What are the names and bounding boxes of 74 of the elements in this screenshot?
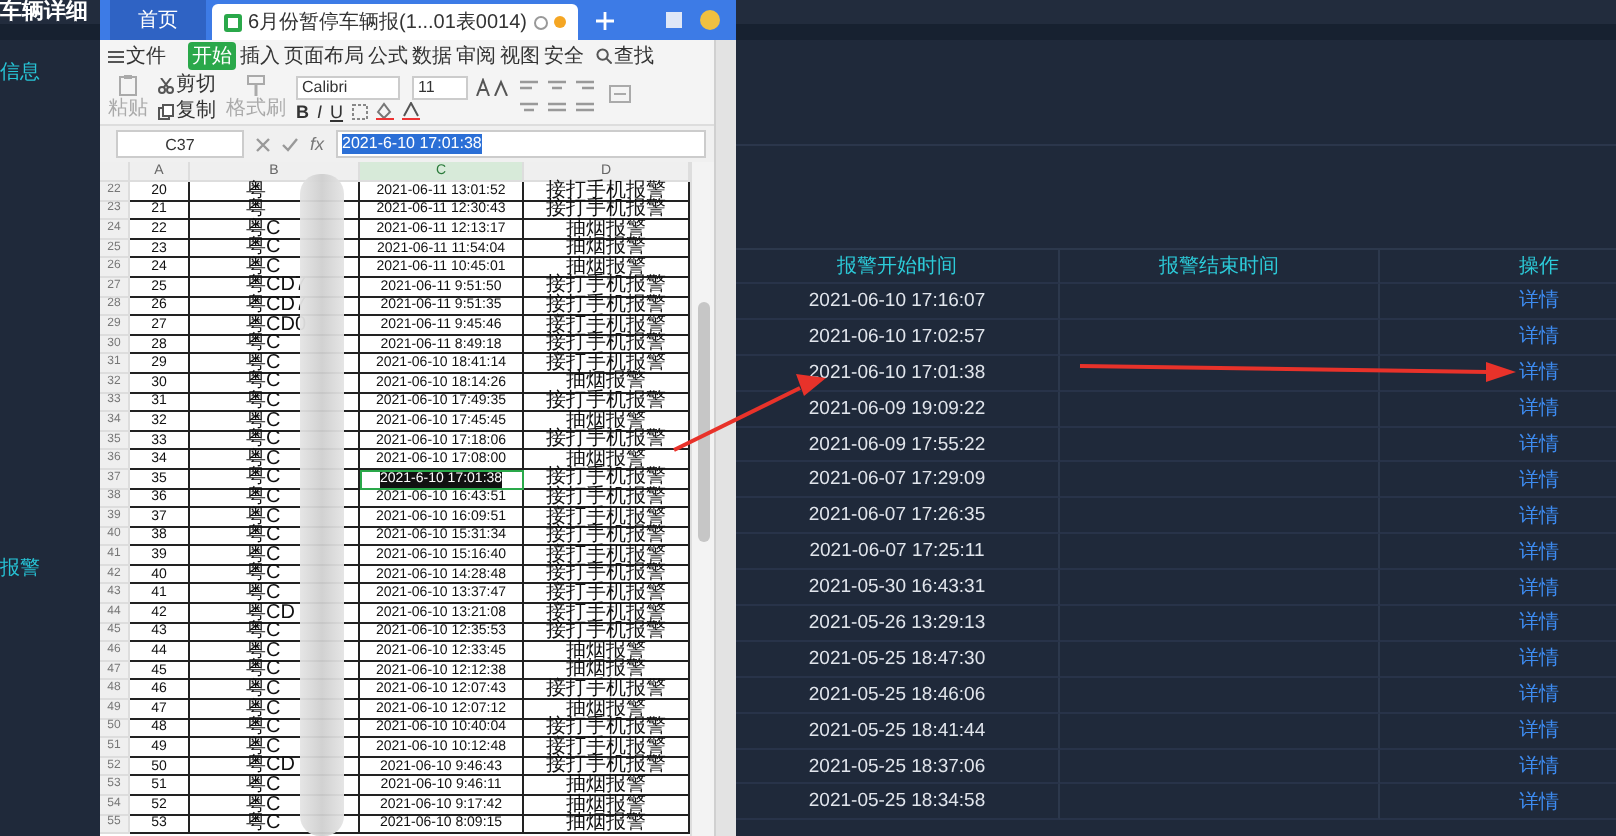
column-header: 报警结束时间 (1159, 253, 1279, 280)
avatar-icon[interactable] (700, 10, 720, 30)
table-cell: 2021-06-07 17:29:09 (736, 462, 1060, 499)
font-color-icon[interactable] (401, 102, 420, 120)
cell-reference-field[interactable]: C37 (116, 130, 244, 158)
spreadsheet-icon (224, 13, 242, 31)
table-cell: 2021-05-25 18:37:06 (736, 749, 1060, 785)
table-cell: 2021-06-09 17:55:22 (736, 427, 1060, 463)
scissors-icon (158, 77, 174, 93)
menu-tab[interactable]: 开始 (188, 42, 236, 70)
circle-icon (533, 15, 547, 29)
tab[interactable]: 首页 (110, 0, 206, 40)
table-cell: 2021-06-07 17:26:35 (736, 498, 1060, 535)
details-link[interactable]: 详情 (1519, 716, 1559, 745)
menu-tab[interactable]: 视图 (498, 42, 542, 70)
column-header: 操作 (1519, 254, 1559, 280)
table-cell: 2021-05-25 18:41:44 (736, 713, 1060, 750)
search-icon (596, 48, 612, 64)
table-cell: 2021-06-10 17:02:57 (736, 319, 1060, 356)
details-link[interactable]: 详情 (1519, 644, 1559, 673)
check-icon[interactable] (282, 137, 298, 151)
table-cell: 2021-05-25 18:34:58 (736, 784, 1060, 821)
font-grow-icon[interactable] (476, 78, 508, 96)
details-link[interactable]: 详情 (1519, 537, 1559, 566)
details-link[interactable]: 详情 (1519, 394, 1559, 423)
font-size-field[interactable]: 11 (412, 75, 468, 99)
menu-tab[interactable]: 插入 (238, 42, 282, 70)
details-link[interactable]: 详情 (1519, 286, 1559, 315)
menu-tab[interactable]: 文件 (124, 42, 168, 70)
details-link[interactable]: 详情 (1519, 680, 1559, 709)
table-cell: 2021-05-25 18:46:06 (736, 677, 1060, 714)
details-link[interactable]: 详情 (1519, 322, 1559, 351)
details-link[interactable]: 详情 (1519, 752, 1559, 781)
section-label: 报警 (0, 558, 40, 582)
menu-tab[interactable]: 安全 (542, 42, 586, 70)
dot-icon (553, 16, 565, 28)
style-button[interactable]: B (296, 101, 309, 121)
table-cell: 2021-05-26 13:29:13 (736, 606, 1060, 642)
details-link[interactable]: 详情 (1519, 358, 1559, 387)
table-cell: 2021-06-10 17:16:07 (736, 284, 1060, 320)
fill-color-icon[interactable] (375, 102, 394, 120)
details-link[interactable]: 详情 (1519, 608, 1559, 637)
tab[interactable]: 6月份暂停车辆报(1...01表0014) (212, 4, 577, 40)
menu-tab[interactable]: 页面布局 (282, 42, 366, 70)
style-button[interactable]: I (317, 101, 323, 121)
column-header: 报警开始时间 (837, 253, 957, 280)
table-cell: 2021-05-30 16:43:31 (736, 570, 1060, 607)
formula-field[interactable]: 2021-6-10 17:01:38 (336, 130, 706, 158)
section-label: 信息 (0, 62, 40, 86)
clipboard-icon (118, 74, 138, 96)
table-cell: 2021-05-25 18:47:30 (736, 641, 1060, 678)
details-link[interactable]: 详情 (1519, 573, 1559, 602)
cut-button[interactable]: 剪切 (158, 73, 216, 97)
plus-icon[interactable] (595, 11, 613, 29)
details-link[interactable]: 详情 (1519, 430, 1559, 458)
menu-tab[interactable]: 数据 (410, 42, 454, 70)
table-cell: 2021-06-07 17:25:11 (736, 534, 1060, 571)
border-icon[interactable] (351, 103, 368, 119)
function-button[interactable]: fx (310, 134, 325, 154)
scrollbar[interactable] (690, 162, 714, 836)
details-link[interactable]: 详情 (1519, 787, 1559, 816)
font-field[interactable]: Calibri (296, 75, 400, 99)
menu-icon[interactable] (108, 49, 124, 63)
window-icon[interactable] (664, 10, 684, 30)
copy-button[interactable]: 复制 (158, 99, 216, 123)
copy-icon (158, 103, 174, 119)
menu-tab[interactable]: 公式 (366, 42, 410, 70)
search-button[interactable]: 查找 (614, 42, 654, 70)
style-button[interactable]: U (330, 101, 344, 121)
cancel-icon[interactable] (256, 137, 270, 151)
details-link[interactable]: 详情 (1519, 501, 1559, 530)
details-link[interactable]: 详情 (1519, 465, 1559, 494)
menu-tab[interactable]: 审阅 (454, 42, 498, 70)
brush-icon (246, 74, 266, 96)
